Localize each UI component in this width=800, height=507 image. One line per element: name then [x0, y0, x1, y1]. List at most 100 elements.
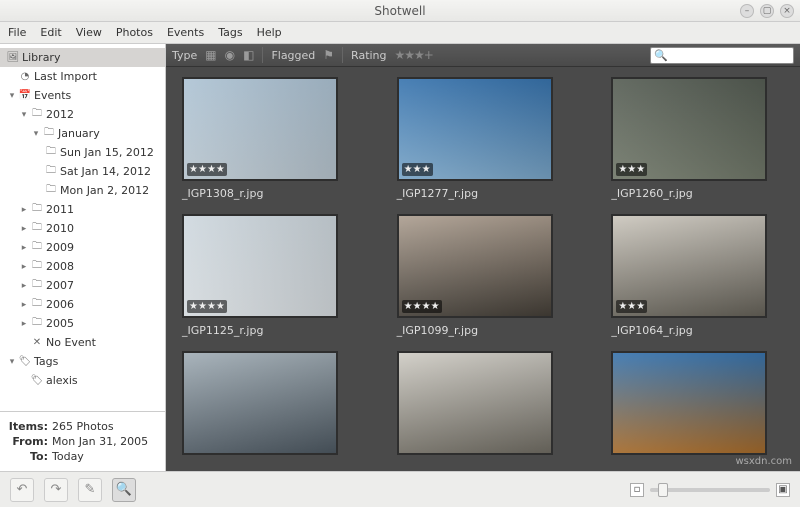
chevron-right-icon[interactable]: ▸ — [18, 281, 30, 291]
thumbnail-image[interactable]: ★★★ — [397, 77, 553, 181]
chevron-right-icon[interactable]: ▸ — [18, 319, 30, 329]
rotate-right-button[interactable]: ↷ — [44, 478, 68, 502]
sidebar-item-month-january[interactable]: ▾ 🗀 January — [0, 124, 165, 143]
thumbnail-image[interactable] — [182, 351, 338, 455]
day-label: Mon Jan 2, 2012 — [58, 184, 149, 197]
flag-icon[interactable]: ⚑ — [323, 48, 334, 62]
thumbnail-image[interactable] — [611, 351, 767, 455]
star-icon: ★ — [404, 164, 413, 175]
thumbnail-image[interactable]: ★★★★ — [182, 77, 338, 181]
chevron-right-icon[interactable]: ▸ — [18, 243, 30, 253]
last-import-icon: ◔ — [18, 71, 32, 83]
thumbnail-grid[interactable]: ★★★★_IGP1308_r.jpg★★★_IGP1277_r.jpg★★★_I… — [166, 67, 800, 471]
from-label: From: — [8, 435, 48, 448]
search-box[interactable]: 🔍 ▤ — [650, 47, 794, 64]
thumbnail-image[interactable]: ★★★ — [611, 214, 767, 318]
photo-type-icon[interactable]: ▦ — [205, 48, 216, 62]
thumbnail[interactable]: ★★★_IGP1260_r.jpg — [611, 77, 784, 200]
zoom-slider-thumb[interactable] — [658, 483, 668, 497]
sidebar-item-year[interactable]: ▸🗀2011 — [0, 200, 165, 219]
thumbnail[interactable] — [182, 351, 355, 455]
thumbnail-image[interactable]: ★★★★ — [397, 214, 553, 318]
thumbnail-image[interactable] — [397, 351, 553, 455]
menu-photos[interactable]: Photos — [116, 26, 153, 39]
library-icon: 🖼 — [6, 52, 20, 64]
folder-icon: 🗀 — [42, 128, 56, 140]
enhance-button[interactable]: ✎ — [78, 478, 102, 502]
sidebar-item-tag[interactable]: 🏷alexis — [0, 371, 165, 390]
menu-edit[interactable]: Edit — [40, 26, 61, 39]
menu-events[interactable]: Events — [167, 26, 204, 39]
no-event-icon: ✕ — [30, 337, 44, 349]
last-import-label: Last Import — [32, 70, 97, 83]
month-label: January — [56, 127, 100, 140]
star-icon: ★ — [198, 301, 207, 312]
search-icon: 🔍 — [654, 49, 668, 62]
search-toggle-button[interactable]: 🔍 — [112, 478, 136, 502]
search-input[interactable] — [668, 48, 800, 63]
thumbnail[interactable]: ★★★★_IGP1125_r.jpg — [182, 214, 355, 337]
maximize-button[interactable]: ▢ — [760, 4, 774, 18]
sidebar-item-events[interactable]: ▾ 📅 Events — [0, 86, 165, 105]
from-value: Mon Jan 31, 2005 — [52, 435, 148, 448]
items-label: Items: — [8, 420, 48, 433]
sidebar-item-year[interactable]: ▸🗀2005 — [0, 314, 165, 333]
thumbnail-image[interactable]: ★★★★ — [182, 214, 338, 318]
thumbnail[interactable] — [397, 351, 570, 455]
star-icon: ★ — [627, 301, 636, 312]
menu-view[interactable]: View — [76, 26, 102, 39]
window-title: Shotwell — [374, 4, 425, 18]
sidebar-item-day[interactable]: 🗀Mon Jan 2, 2012 — [0, 181, 165, 200]
chevron-right-icon[interactable]: ▸ — [18, 300, 30, 310]
sidebar-item-day[interactable]: 🗀Sun Jan 15, 2012 — [0, 143, 165, 162]
type-filter-label[interactable]: Type — [172, 49, 197, 62]
zoom-in-icon[interactable]: ▣ — [776, 483, 790, 497]
sidebar-item-year-2012[interactable]: ▾ 🗀 2012 — [0, 105, 165, 124]
chevron-right-icon[interactable]: ▸ — [18, 224, 30, 234]
rating-filter-label[interactable]: Rating — [351, 49, 386, 62]
chevron-right-icon[interactable]: ▸ — [18, 262, 30, 272]
sidebar-item-library[interactable]: 🖼 Library — [0, 48, 165, 67]
thumbnail[interactable]: ★★★★ _IGP1308_r.jpg — [182, 77, 355, 200]
menu-tags[interactable]: Tags — [218, 26, 242, 39]
zoom-control[interactable]: ▫ ▣ — [630, 483, 790, 497]
chevron-down-icon[interactable]: ▾ — [18, 110, 30, 120]
event-icon: 🗀 — [44, 185, 58, 197]
sidebar-item-year[interactable]: ▸🗀2006 — [0, 295, 165, 314]
video-type-icon[interactable]: ◉ — [225, 48, 235, 62]
menu-bar: File Edit View Photos Events Tags Help — [0, 22, 800, 44]
flagged-filter-label[interactable]: Flagged — [271, 49, 315, 62]
tag-icon: 🏷 — [18, 356, 32, 368]
chevron-down-icon[interactable]: ▾ — [30, 129, 42, 139]
items-value: 265 Photos — [52, 420, 114, 433]
sidebar-item-last-import[interactable]: ◔ Last Import — [0, 67, 165, 86]
thumbnail-caption: _IGP1308_r.jpg — [182, 187, 355, 200]
chevron-down-icon[interactable]: ▾ — [6, 357, 18, 367]
sidebar-item-year[interactable]: ▸🗀2008 — [0, 257, 165, 276]
sidebar-item-year[interactable]: ▸🗀2009 — [0, 238, 165, 257]
star-icon: ★ — [422, 301, 431, 312]
raw-type-icon[interactable]: ◧ — [243, 48, 254, 62]
rotate-left-button[interactable]: ↶ — [10, 478, 34, 502]
thumbnail[interactable]: ★★★_IGP1064_r.jpg — [611, 214, 784, 337]
sidebar-item-day[interactable]: 🗀Sat Jan 14, 2012 — [0, 162, 165, 181]
sidebar-item-tags[interactable]: ▾🏷Tags — [0, 352, 165, 371]
sidebar-tree: 🖼 Library ◔ Last Import ▾ 📅 Events ▾ 🗀 2… — [0, 44, 165, 411]
event-icon: 🗀 — [44, 166, 58, 178]
thumbnail[interactable]: ★★★★_IGP1099_r.jpg — [397, 214, 570, 337]
chevron-right-icon[interactable]: ▸ — [18, 205, 30, 215]
chevron-down-icon[interactable]: ▾ — [6, 91, 18, 101]
rating-filter-stars[interactable]: ★★★+ — [395, 48, 433, 62]
sidebar-item-year[interactable]: ▸🗀2010 — [0, 219, 165, 238]
close-button[interactable]: × — [780, 4, 794, 18]
thumbnail[interactable] — [611, 351, 784, 455]
minimize-button[interactable]: – — [740, 4, 754, 18]
zoom-out-icon[interactable]: ▫ — [630, 483, 644, 497]
menu-help[interactable]: Help — [257, 26, 282, 39]
sidebar-item-no-event[interactable]: ✕No Event — [0, 333, 165, 352]
menu-file[interactable]: File — [8, 26, 26, 39]
thumbnail[interactable]: ★★★_IGP1277_r.jpg — [397, 77, 570, 200]
sidebar-item-year[interactable]: ▸🗀2007 — [0, 276, 165, 295]
zoom-slider[interactable] — [650, 488, 770, 492]
thumbnail-image[interactable]: ★★★ — [611, 77, 767, 181]
